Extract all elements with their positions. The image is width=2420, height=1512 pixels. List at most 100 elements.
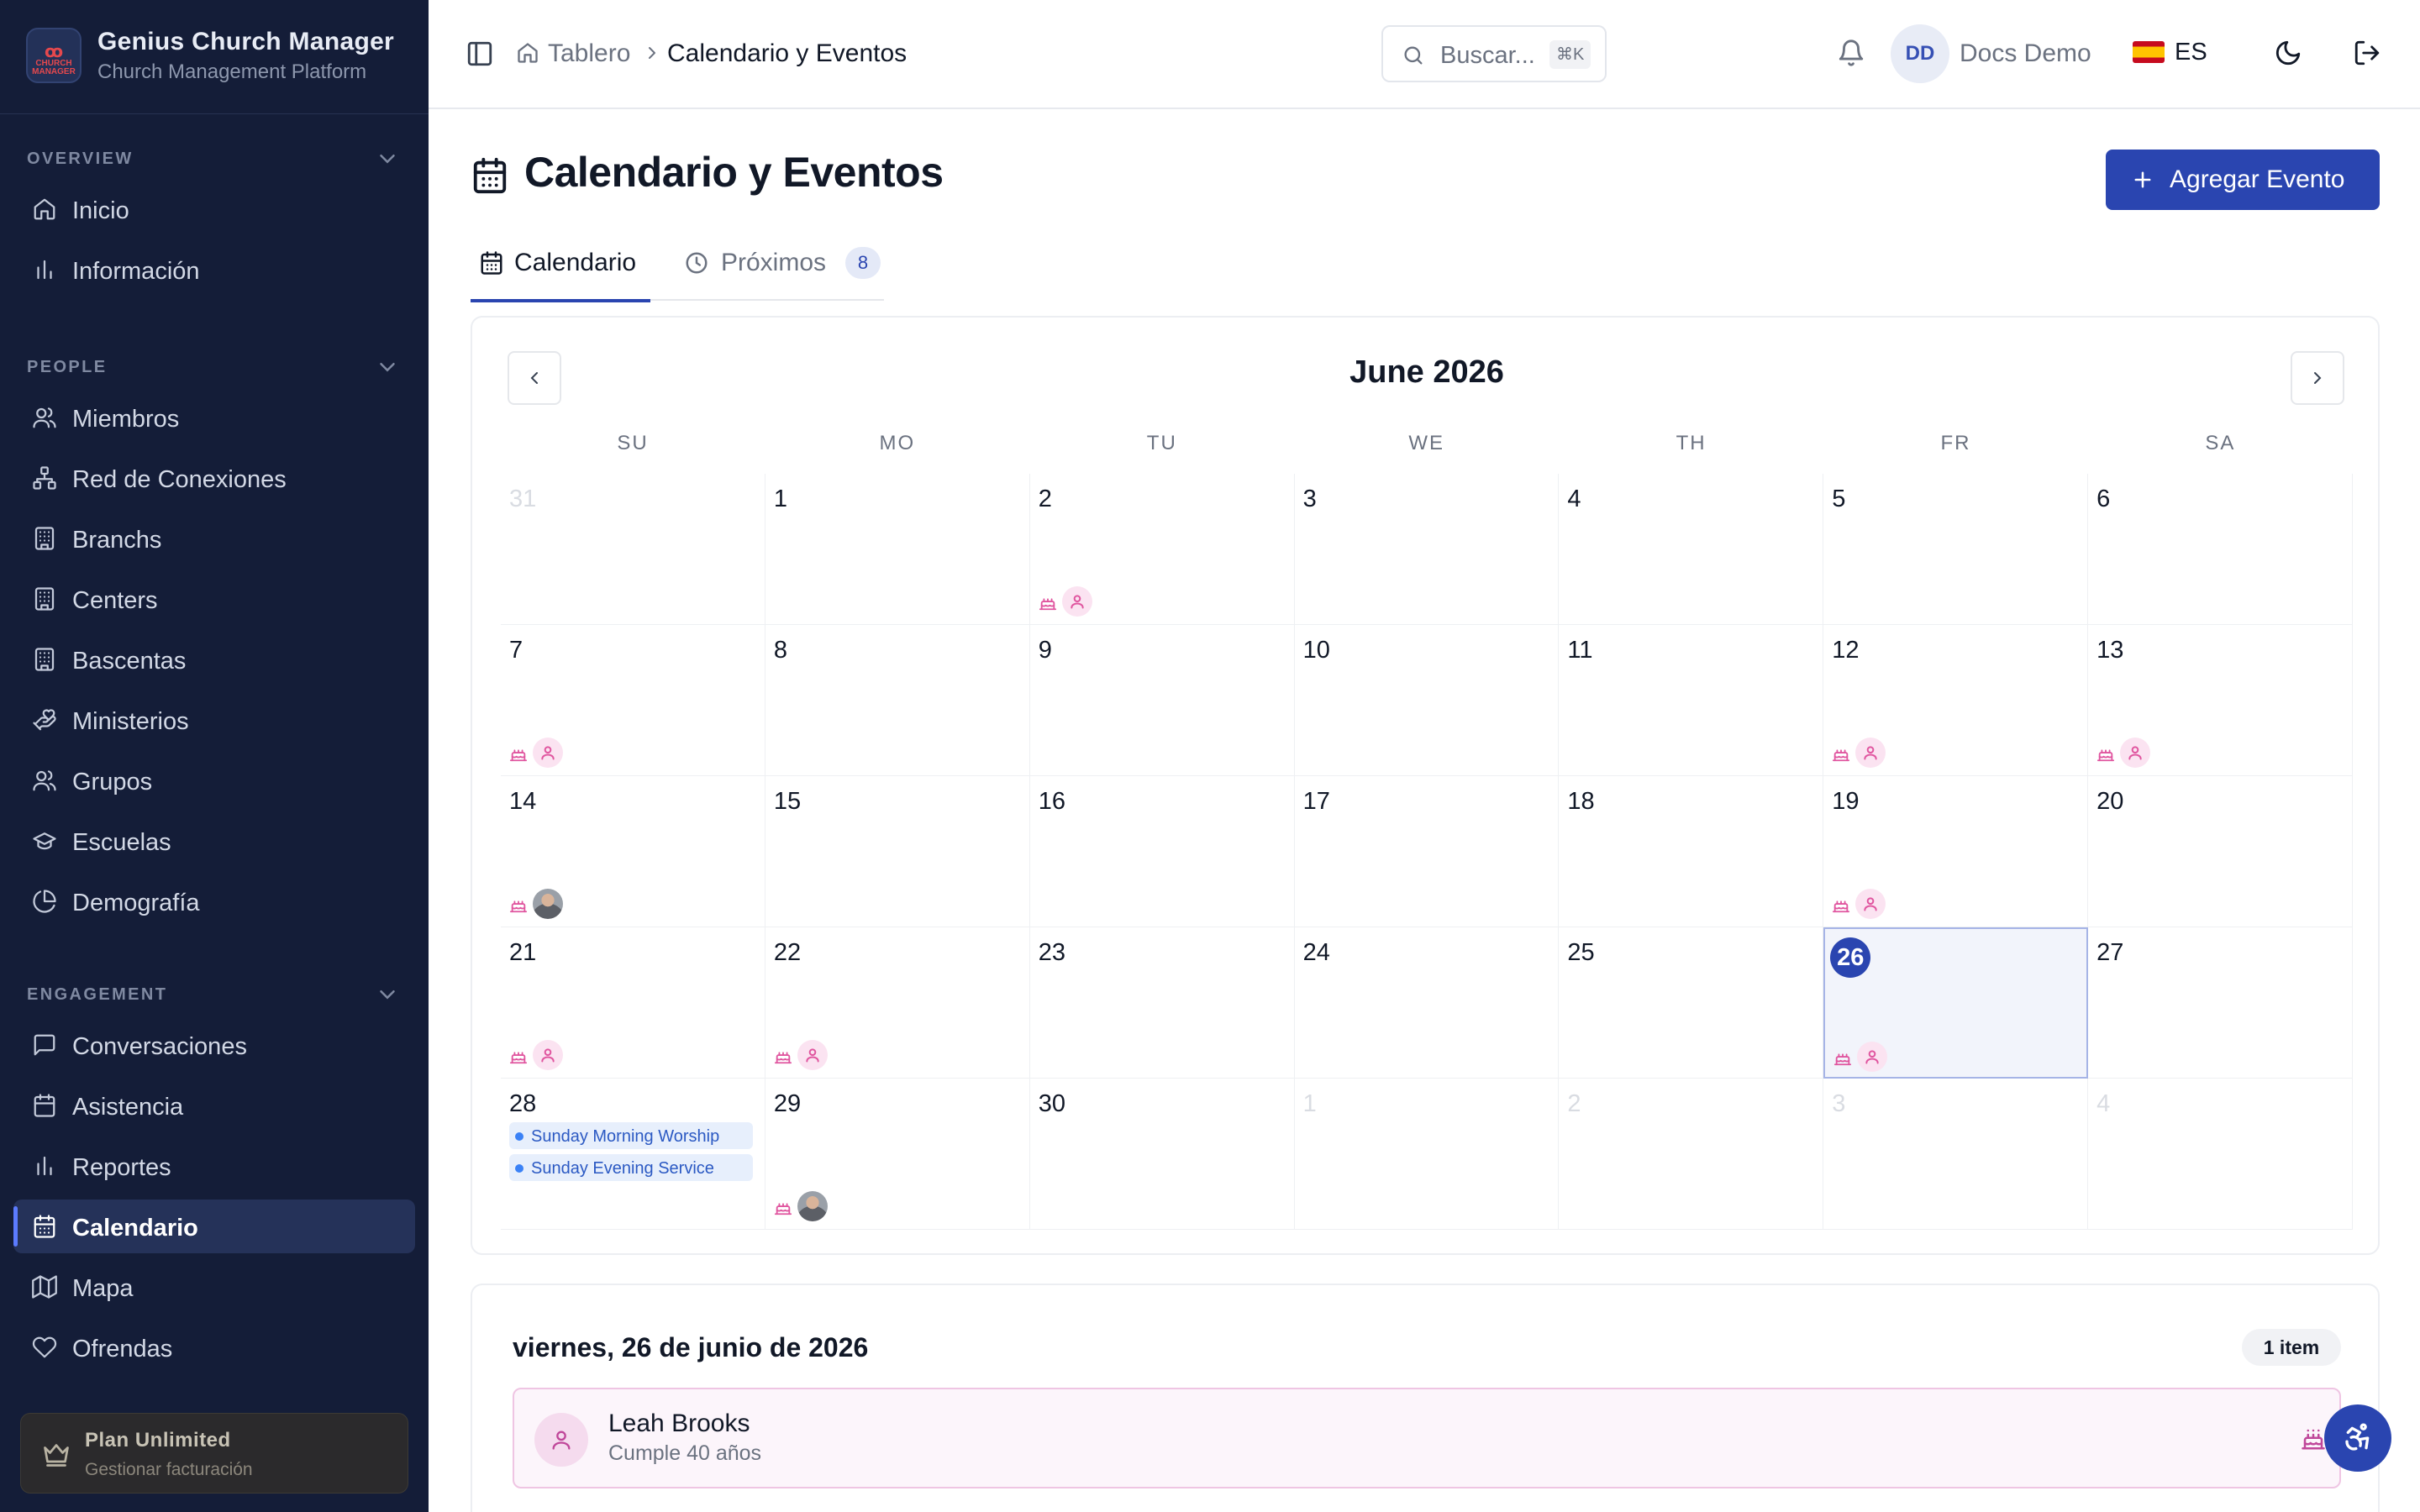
calendar-day-cell[interactable]: 1 [765,474,1030,625]
calendar-day-cell[interactable]: 9 [1029,625,1295,776]
calendar-day-cell[interactable]: 8 [765,625,1030,776]
calendar-day-cell[interactable]: 22 [765,927,1030,1079]
spain-flag-icon [2133,41,2165,63]
sidebar-item-escuelas[interactable]: Escuelas [13,814,415,868]
calendar-day-cell[interactable]: 1 [1294,1079,1560,1230]
sidebar-item-inicio[interactable]: Inicio [13,182,415,236]
plan-card[interactable]: Plan Unlimited Gestionar facturación [20,1413,408,1494]
sidebar-item-ofrendas[interactable]: Ofrendas [13,1320,415,1374]
sidebar-item-informacion[interactable]: Información [13,243,415,297]
bell-icon[interactable] [1837,39,1865,67]
calendar-day-cell[interactable]: 13 [2088,625,2353,776]
calendar-day-cell[interactable]: 20 [2088,776,2353,927]
sidebar-item-bascentas[interactable]: Bascentas [13,633,415,686]
birthday-subtitle: Cumple 40 años [608,1441,762,1465]
calendar-day-cell[interactable]: 4 [1559,474,1824,625]
cake-icon [2097,749,2115,762]
sidebar-item-calendario[interactable]: Calendario [13,1200,415,1253]
weekday-tu: TU [1146,432,1177,454]
breadcrumb-tablero[interactable]: Tablero [548,39,630,68]
day-number: 8 [773,637,787,664]
calendar-day-cell[interactable]: 31 [501,474,765,625]
calendar-day-cell[interactable]: 7 [501,625,765,776]
chevron-down-icon[interactable] [375,146,400,171]
moon-icon[interactable] [2274,39,2302,67]
calendar-day-cell[interactable]: 5 [1823,474,2089,625]
home-icon[interactable] [516,41,539,65]
calendar-day-cell[interactable]: 19 [1823,776,2089,927]
calendar-day-cell[interactable]: 2 [1029,474,1295,625]
bar-chart-icon [37,260,52,280]
calendar-day-cell[interactable]: 12 [1823,625,2089,776]
calendar-day-cell[interactable]: 16 [1029,776,1295,927]
sidebar-item-demografia[interactable]: Demografía [13,874,415,928]
person-photo-avatar [533,889,563,919]
calendar-day-cell[interactable]: 10 [1294,625,1560,776]
calendar-day-cell[interactable]: 21 [501,927,765,1079]
chevron-down-icon[interactable] [375,982,400,1007]
calendar-day-cell[interactable]: 25 [1559,927,1824,1079]
sidebar-item-label: Ofrendas [72,1336,173,1362]
person-avatar [1855,738,1886,768]
birthday-item[interactable]: Leah Brooks Cumple 40 años [513,1388,2341,1488]
avatar[interactable]: DD [1891,24,1949,83]
sidebar-item-centers[interactable]: Centers [13,572,415,626]
calendar-day-cell[interactable]: 18 [1559,776,1824,927]
sidebar-item-reportes[interactable]: Reportes [13,1139,415,1193]
event-chip[interactable]: Sunday Evening Service [509,1154,753,1181]
add-event-button[interactable]: Agregar Evento [2106,150,2380,210]
calendar-day-cell[interactable]: 29 [765,1079,1030,1230]
calendar-day-cell[interactable]: 17 [1294,776,1560,927]
day-number: 9 [1038,637,1052,664]
item-count-badge: 1 item [2242,1329,2341,1366]
pie-chart-icon [33,890,56,913]
search-shortcut: ⌘K [1549,40,1591,69]
day-number: 24 [1302,939,1330,966]
sidebar-toggle-icon[interactable] [466,39,494,68]
tab-calendario[interactable]: Calendario [471,240,650,302]
calendar-day-cell[interactable]: 3 [1294,474,1560,625]
calendar-day-cell[interactable]: 24 [1294,927,1560,1079]
upcoming-count-badge: 8 [845,247,881,279]
calendar-day-cell[interactable]: 15 [765,776,1030,927]
tab-label: Próximos [721,249,827,276]
calendar-day-cell[interactable]: 28 Sunday Morning Worship Sunday Evening S… [501,1079,765,1230]
tab-proximos[interactable]: Próximos 8 [682,240,884,301]
sidebar-item-label: Calendario [72,1215,198,1242]
sidebar-item-label: Branchs [72,527,162,554]
sidebar-item-ministerios[interactable]: Ministerios [13,693,415,747]
sidebar-item-red-de-conexiones[interactable]: Red de Conexiones [13,451,415,505]
sidebar-item-grupos[interactable]: Grupos [13,753,415,807]
sidebar-item-asistencia[interactable]: Asistencia [13,1079,415,1132]
calendar-day-cell[interactable]: 30 [1029,1079,1295,1230]
language-selector[interactable]: ES [2133,39,2207,66]
chevron-right-icon [649,47,655,59]
user-name[interactable]: Docs Demo [1960,39,2091,68]
calendar-day-cell[interactable]: 6 [2088,474,2353,625]
sidebar-item-miembros[interactable]: Miembros [13,391,415,444]
logout-icon[interactable] [2353,39,2381,67]
calendar-day-cell[interactable]: 14 [501,776,765,927]
calendar-day-cell[interactable]: 26 [1823,927,2089,1079]
weekday-mo: MO [879,432,916,454]
calendar-day-cell[interactable]: 23 [1029,927,1295,1079]
event-dot [515,1132,523,1141]
calendar-day-cell[interactable]: 3 [1823,1079,2089,1230]
brand-header[interactable]: ꝏ CHURCH MANAGER Genius Church Manager C… [0,0,429,114]
calendar-day-cell[interactable]: 27 [2088,927,2353,1079]
message-icon [34,1034,55,1056]
event-chip[interactable]: Sunday Morning Worship [509,1122,753,1149]
search-input[interactable]: Buscar... ⌘K [1381,25,1607,82]
calendar-card: June 2026 SU MO TU WE TH FR SA 31 1 2 3 4 5 6 7 8 9 10 11… [471,316,2380,1255]
accessibility-button[interactable] [2324,1404,2391,1472]
next-month-button[interactable] [2291,351,2344,405]
sidebar-item-branchs[interactable]: Branchs [13,512,415,565]
sidebar-item-conversaciones[interactable]: Conversaciones [13,1018,415,1072]
sidebar-item-mapa[interactable]: Mapa [13,1260,415,1314]
calendar-day-cell[interactable]: 4 [2088,1079,2353,1230]
calendar-day-cell[interactable]: 11 [1559,625,1824,776]
day-number: 10 [1302,637,1330,664]
calendar-day-cell[interactable]: 2 [1559,1079,1824,1230]
heart-icon [32,1336,57,1358]
chevron-down-icon[interactable] [375,354,400,380]
